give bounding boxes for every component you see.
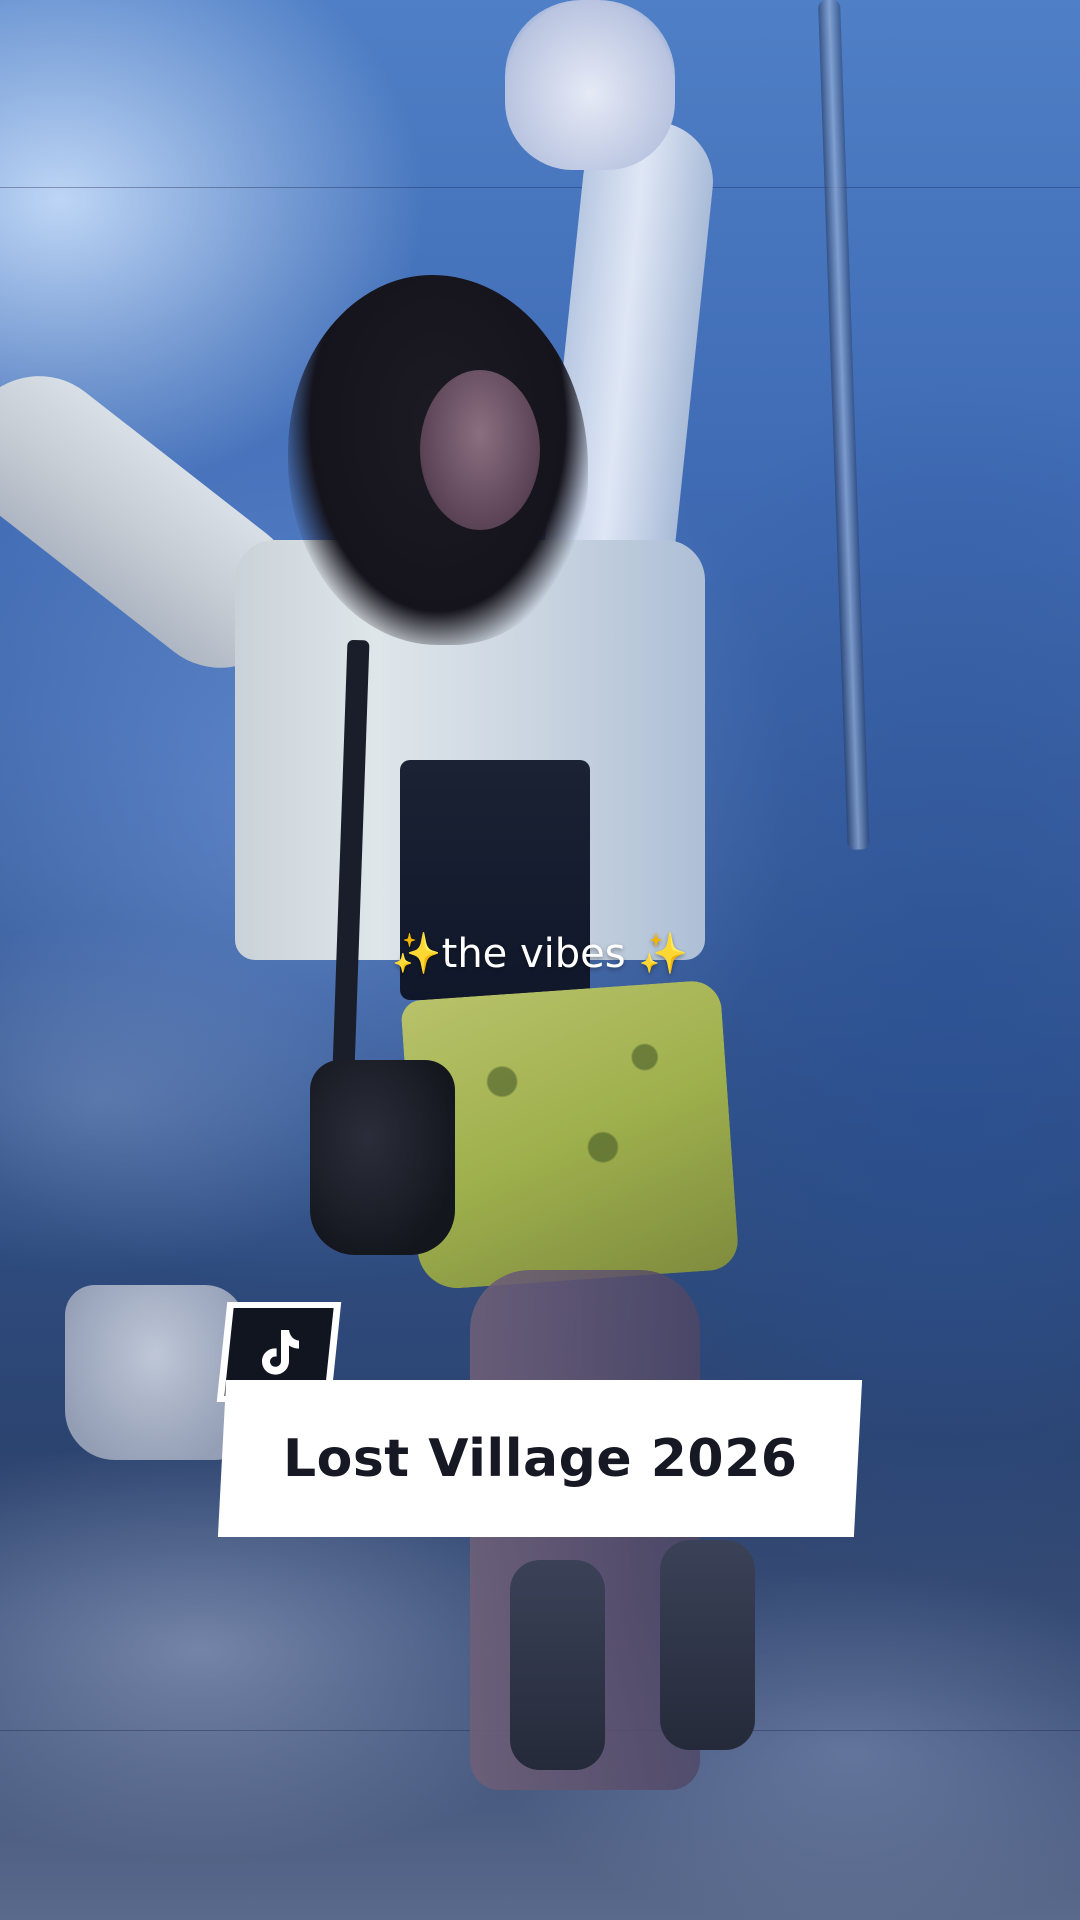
sparkles-icon: ✨ <box>391 931 442 977</box>
video-frame[interactable]: ✨the vibes ✨ Lost Village 2026 <box>0 0 1080 1920</box>
caption-text: the vibes <box>441 931 626 977</box>
boot-left <box>510 1560 605 1770</box>
handbag <box>310 1060 455 1255</box>
raised-hand <box>505 0 675 170</box>
sparkles-icon: ✨ <box>638 931 689 977</box>
video-title: Lost Village 2026 <box>282 1428 798 1489</box>
face <box>420 370 540 530</box>
boot-right <box>660 1540 755 1750</box>
video-caption: ✨the vibes ✨ <box>0 930 1080 977</box>
tote-bag <box>65 1285 245 1460</box>
title-card: Lost Village 2026 <box>217 1380 863 1537</box>
